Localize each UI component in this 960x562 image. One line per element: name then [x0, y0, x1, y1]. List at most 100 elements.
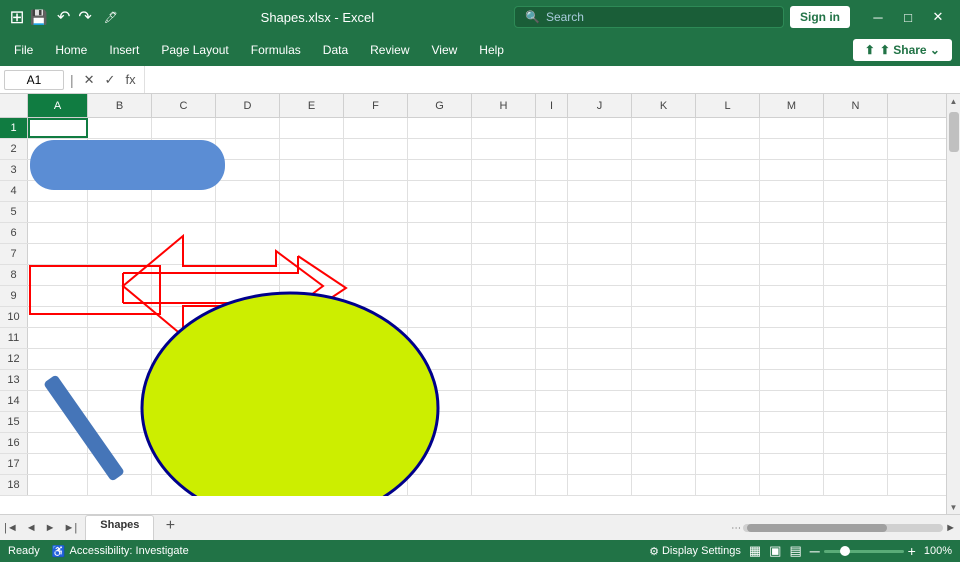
- search-box[interactable]: 🔍: [514, 6, 784, 28]
- undo-button[interactable]: ↶: [54, 5, 73, 29]
- row-num[interactable]: 2: [0, 139, 28, 159]
- excel-grid-icon: ⊞: [8, 8, 26, 26]
- view-page-button[interactable]: ▣: [769, 543, 781, 559]
- add-sheet-button[interactable]: +: [158, 515, 182, 537]
- menu-insert[interactable]: Insert: [99, 39, 149, 61]
- col-header-k[interactable]: K: [632, 94, 696, 117]
- col-header-d[interactable]: D: [216, 94, 280, 117]
- formula-input-area[interactable]: [144, 66, 956, 93]
- insert-function-button[interactable]: fx: [121, 70, 139, 90]
- cell-k1[interactable]: [632, 118, 696, 138]
- h-scroll-more-btn[interactable]: ⋯: [731, 523, 741, 534]
- sign-in-button[interactable]: Sign in: [790, 6, 850, 28]
- display-settings[interactable]: ⚙ Display Settings: [649, 545, 741, 558]
- cell-j1[interactable]: [568, 118, 632, 138]
- cell-b1[interactable]: [88, 118, 152, 138]
- row-num[interactable]: 7: [0, 244, 28, 264]
- menu-file[interactable]: File: [4, 39, 43, 61]
- menu-view[interactable]: View: [422, 39, 468, 61]
- menu-formulas[interactable]: Formulas: [241, 39, 311, 61]
- row-num[interactable]: 8: [0, 265, 28, 285]
- col-header-g[interactable]: G: [408, 94, 472, 117]
- menu-help[interactable]: Help: [469, 39, 514, 61]
- formula-separator: |: [68, 72, 76, 88]
- horizontal-scrollbar[interactable]: ⋯ ►: [182, 515, 960, 540]
- cell-i1[interactable]: [536, 118, 568, 138]
- cell-g1[interactable]: [408, 118, 472, 138]
- search-input[interactable]: [546, 10, 773, 24]
- scroll-down-button[interactable]: ▼: [947, 500, 960, 514]
- confirm-formula-button[interactable]: ✓: [101, 70, 120, 90]
- row-num[interactable]: 18: [0, 475, 28, 495]
- close-button[interactable]: ✕: [924, 5, 952, 29]
- cell-reference[interactable]: A1: [4, 70, 64, 90]
- h-scroll-right-btn[interactable]: ►: [945, 522, 956, 534]
- h-scroll-thumb[interactable]: [747, 524, 887, 532]
- col-header-b[interactable]: B: [88, 94, 152, 117]
- app-icons: ⊞ 💾: [8, 8, 48, 26]
- row-num[interactable]: 5: [0, 202, 28, 222]
- row-num[interactable]: 3: [0, 160, 28, 180]
- cell-e1[interactable]: [280, 118, 344, 138]
- save-icon[interactable]: 💾: [30, 8, 48, 26]
- cell-h1[interactable]: [472, 118, 536, 138]
- row-num-1[interactable]: 1: [0, 118, 28, 138]
- menu-home[interactable]: Home: [45, 39, 97, 61]
- col-header-e[interactable]: E: [280, 94, 344, 117]
- menu-data[interactable]: Data: [313, 39, 358, 61]
- table-row: 12: [0, 349, 960, 370]
- row-num[interactable]: 11: [0, 328, 28, 348]
- cancel-formula-button[interactable]: ✕: [80, 70, 99, 90]
- minimize-button[interactable]: ─: [864, 5, 892, 29]
- vertical-scrollbar[interactable]: ▲ ▼: [946, 94, 960, 514]
- tab-nav-prev[interactable]: ◄: [22, 520, 41, 536]
- col-header-n[interactable]: N: [824, 94, 888, 117]
- scroll-track[interactable]: [947, 108, 960, 500]
- cell-d1[interactable]: [216, 118, 280, 138]
- h-scroll-track[interactable]: [743, 524, 943, 532]
- col-header-m[interactable]: M: [760, 94, 824, 117]
- scroll-thumb[interactable]: [949, 112, 959, 152]
- autosave-icon: 🖊: [101, 9, 121, 26]
- tab-nav-first[interactable]: |◄: [0, 520, 22, 536]
- menu-review[interactable]: Review: [360, 39, 419, 61]
- col-header-a[interactable]: A: [28, 94, 88, 117]
- share-button[interactable]: ⬆ ⬆ Share ⌄: [853, 39, 952, 61]
- tab-nav-last[interactable]: ►|: [60, 520, 82, 536]
- row-num[interactable]: 4: [0, 181, 28, 201]
- cell-l1[interactable]: [696, 118, 760, 138]
- row-num[interactable]: 6: [0, 223, 28, 243]
- cell-f1[interactable]: [344, 118, 408, 138]
- row-num[interactable]: 14: [0, 391, 28, 411]
- zoom-in-button[interactable]: +: [908, 543, 916, 559]
- cell-c1[interactable]: [152, 118, 216, 138]
- cell-m1[interactable]: [760, 118, 824, 138]
- cell-a1[interactable]: [28, 118, 88, 138]
- col-header-j[interactable]: J: [568, 94, 632, 117]
- zoom-slider[interactable]: [824, 550, 904, 553]
- redo-button[interactable]: ↷: [75, 5, 94, 29]
- view-normal-button[interactable]: ▦: [749, 543, 761, 559]
- menu-page-layout[interactable]: Page Layout: [151, 39, 238, 61]
- scroll-up-button[interactable]: ▲: [947, 94, 960, 108]
- search-icon: 🔍: [525, 10, 540, 24]
- maximize-button[interactable]: □: [894, 5, 922, 29]
- view-break-button[interactable]: ▤: [789, 543, 801, 559]
- col-header-c[interactable]: C: [152, 94, 216, 117]
- col-header-h[interactable]: H: [472, 94, 536, 117]
- sheet-tab-shapes[interactable]: Shapes: [85, 515, 154, 540]
- col-header-l[interactable]: L: [696, 94, 760, 117]
- filename-label: Shapes.xlsx: [261, 10, 331, 25]
- zoom-out-button[interactable]: ─: [810, 543, 820, 559]
- col-header-f[interactable]: F: [344, 94, 408, 117]
- row-num[interactable]: 13: [0, 370, 28, 390]
- row-num[interactable]: 12: [0, 349, 28, 369]
- row-num[interactable]: 16: [0, 433, 28, 453]
- cell-n1[interactable]: [824, 118, 888, 138]
- row-num[interactable]: 17: [0, 454, 28, 474]
- row-num[interactable]: 10: [0, 307, 28, 327]
- tab-nav-next[interactable]: ►: [41, 520, 60, 536]
- row-num[interactable]: 15: [0, 412, 28, 432]
- col-header-i[interactable]: I: [536, 94, 568, 117]
- row-num[interactable]: 9: [0, 286, 28, 306]
